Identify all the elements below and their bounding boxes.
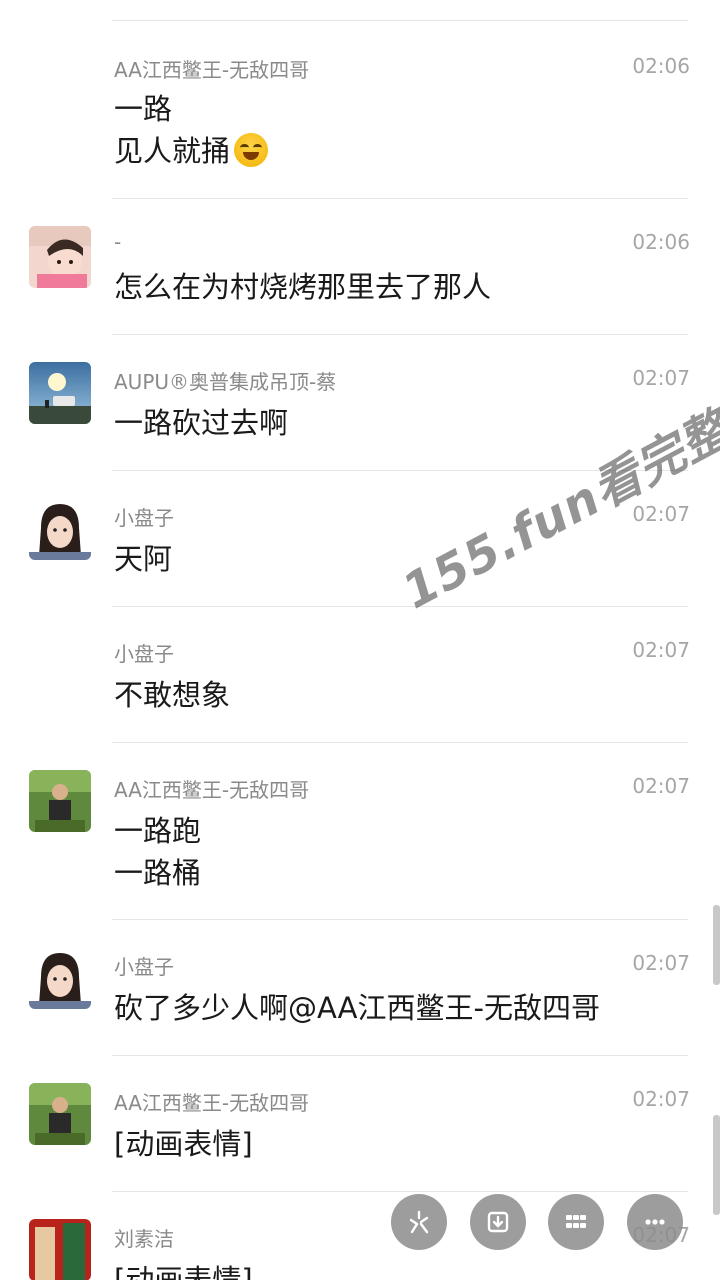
avatar[interactable]: [29, 1083, 91, 1145]
message-line: [动画表情]: [114, 1263, 253, 1280]
sender-name: 小盘子: [114, 642, 174, 666]
message-text: [动画表情]: [114, 1259, 253, 1280]
message-text: 一路 见人就捅: [114, 88, 269, 172]
message-time: 02:07: [632, 1087, 690, 1111]
message-line: 天阿: [114, 542, 173, 576]
message-line: 怎么在为村烧烤那里去了那人: [114, 270, 492, 304]
chat-message[interactable]: AA江西鳖王-无敌四哥 02:07 [动画表情]: [0, 1057, 720, 1192]
chat-message[interactable]: 刘素洁 02:07 [动画表情]: [0, 1193, 720, 1280]
divider: [112, 1055, 688, 1056]
chat-message[interactable]: AA江西鳖王-无敌四哥 02:07 一路跑 一路桶: [0, 744, 720, 920]
message-line: 一路桶: [114, 856, 202, 890]
message-line: 不敢想象: [114, 678, 231, 712]
chat-message[interactable]: 小盘子 02:07 不敢想象: [0, 608, 720, 743]
message-text: 不敢想象: [114, 674, 230, 716]
share-button[interactable]: [391, 1194, 447, 1250]
sender-name: AA江西鳖王-无敌四哥: [114, 58, 310, 82]
sender-name: 刘素洁: [114, 1227, 174, 1251]
message-time: 02:06: [632, 54, 690, 78]
more-icon: [645, 1219, 665, 1225]
more-button[interactable]: [627, 1194, 683, 1250]
avatar[interactable]: [29, 498, 91, 560]
chat-message[interactable]: 小盘子 02:07 砍了多少人啊@AA江西鳖王-无敌四哥: [0, 921, 720, 1056]
avatar[interactable]: [29, 226, 91, 288]
message-line: 一路砍过去啊: [114, 406, 289, 440]
sender-name: 小盘子: [114, 955, 174, 979]
message-text: 怎么在为村烧烤那里去了那人: [114, 266, 491, 308]
message-text: 一路砍过去啊: [114, 402, 288, 444]
message-time: 02:06: [632, 230, 690, 254]
avatar[interactable]: [29, 770, 91, 832]
message-line: 一路跑: [114, 814, 202, 848]
scrollbar[interactable]: [713, 1115, 720, 1215]
scrollbar[interactable]: [713, 905, 720, 985]
avatar[interactable]: [29, 1219, 91, 1280]
laugh-cry-emoji-icon: [234, 133, 269, 167]
sender-name: AA江西鳖王-无敌四哥: [114, 1091, 310, 1115]
message-time: 02:07: [632, 366, 690, 390]
message-text: [动画表情]: [114, 1123, 253, 1165]
divider: [112, 1191, 688, 1192]
sender-name: AA江西鳖王-无敌四哥: [114, 778, 310, 802]
avatar[interactable]: [29, 947, 91, 1009]
message-time: 02:07: [632, 638, 690, 662]
message-time: 02:07: [632, 951, 690, 975]
avatar[interactable]: [29, 362, 91, 424]
message-text: 砍了多少人啊@AA江西鳖王-无敌四哥: [114, 987, 600, 1029]
chat-message[interactable]: - 02:06 怎么在为村烧烤那里去了那人: [0, 200, 720, 335]
divider: [112, 334, 688, 335]
download-icon: [487, 1211, 509, 1233]
sender-name: 小盘子: [114, 506, 174, 530]
message-text: 天阿: [114, 538, 172, 580]
grid-icon: [566, 1215, 586, 1228]
download-button[interactable]: [470, 1194, 526, 1250]
chat-message[interactable]: AA江西鳖王-无敌四哥 02:06 一路 见人就捅: [0, 0, 720, 200]
divider: [112, 919, 688, 920]
grid-button[interactable]: [548, 1194, 604, 1250]
sender-name: -: [114, 230, 122, 254]
message-line: 一路: [114, 92, 173, 126]
sender-name: AUPU®奥普集成吊顶-蔡: [114, 370, 337, 394]
divider: [112, 742, 688, 743]
message-line: 砍了多少人啊@AA江西鳖王-无敌四哥: [114, 991, 600, 1025]
divider: [112, 606, 688, 607]
message-line: [动画表情]: [114, 1127, 253, 1161]
message-time: 02:07: [632, 502, 690, 526]
message-line: 见人就捅: [114, 134, 231, 168]
message-time: 02:07: [632, 774, 690, 798]
divider: [112, 198, 688, 199]
message-line-with-emoji: 见人就捅: [114, 130, 269, 172]
share-icon: [409, 1210, 429, 1234]
message-text: 一路跑 一路桶: [114, 810, 201, 894]
